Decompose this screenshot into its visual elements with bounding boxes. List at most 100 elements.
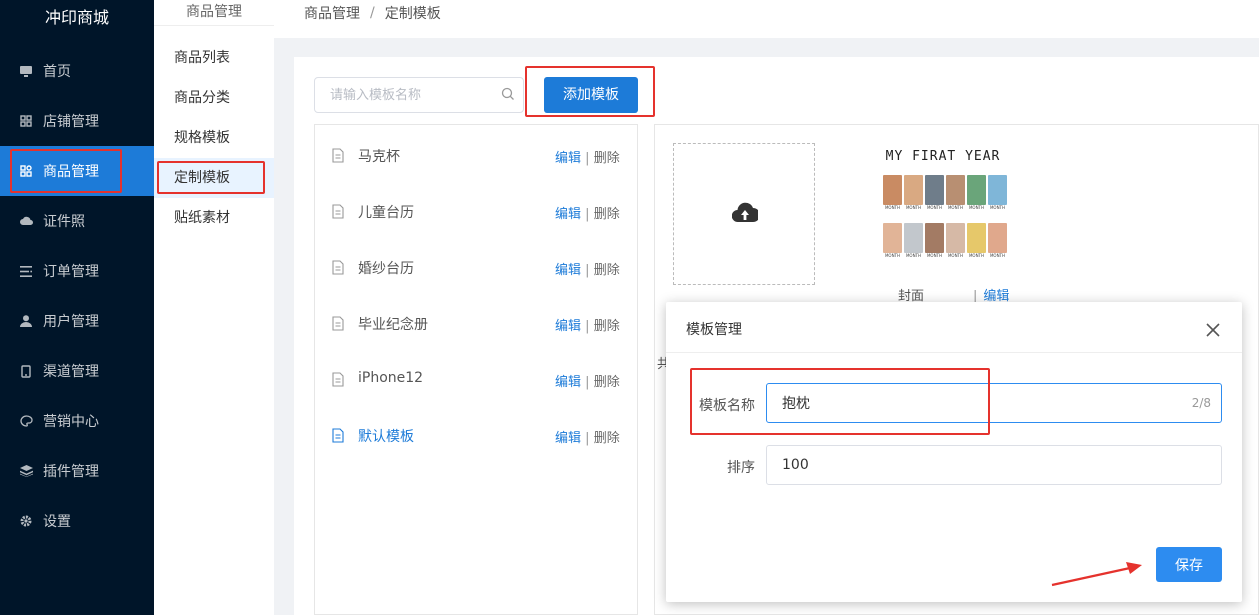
delete-link[interactable]: 删除 [594,207,620,222]
sidebar-item-id-photo[interactable]: 证件照 [0,196,154,246]
photo-tile: MONTH [967,175,986,211]
photo-tile: MONTH [904,223,923,259]
photo-caption: MONTH [989,205,1006,210]
breadcrumb-parent[interactable]: 商品管理 [304,3,360,23]
edit-link[interactable]: 编辑 [555,151,581,166]
sidebar-item-plugins[interactable]: 插件管理 [0,446,154,496]
photo-tile: MONTH [988,223,1007,259]
photo-caption: MONTH [926,205,943,210]
palette-icon [19,414,33,428]
list-item[interactable]: 儿童台历 编辑 | 删除 [315,184,637,240]
sidebar-item-channels[interactable]: 渠道管理 [0,346,154,396]
action-divider: | [585,263,590,278]
action-divider: | [585,319,590,334]
action-divider: | [585,151,590,166]
add-template-button[interactable]: 添加模板 [544,77,638,113]
sidebar-item-products[interactable]: 商品管理 [0,146,154,196]
delete-link[interactable]: 删除 [594,431,620,446]
sidebar-item-label: 店铺管理 [43,114,99,130]
upload-area[interactable] [673,143,815,285]
name-input[interactable] [767,384,1147,422]
gear-icon [19,514,33,528]
template-name: 默认模板 [358,429,414,445]
search-input[interactable] [315,78,495,112]
delete-link[interactable]: 删除 [594,151,620,166]
list-item[interactable]: 婚纱台历 编辑 | 删除 [315,240,637,296]
subnav-item-custom-templates[interactable]: 定制模板 [154,158,274,198]
photo-caption: MONTH [905,205,922,210]
sidebar-item-users[interactable]: 用户管理 [0,296,154,346]
row-actions: 编辑 | 删除 [555,371,620,390]
cover-thumbnail[interactable]: MY FIRAT YEAR MONTH MONTH MONTH MONTH MO… [883,149,1007,279]
save-button[interactable]: 保存 [1156,547,1222,582]
photo-tile: MONTH [967,223,986,259]
sidebar-item-settings[interactable]: 设置 [0,496,154,546]
list-icon [19,264,33,278]
document-icon [332,204,344,219]
delete-link[interactable]: 删除 [594,263,620,278]
sidebar-item-label: 首页 [43,64,71,80]
dialog-header: 模板管理 [666,302,1242,353]
list-item[interactable]: iPhone12 编辑 | 删除 [315,352,637,408]
subnav-item-stickers[interactable]: 贴纸素材 [154,198,274,238]
sort-input[interactable] [767,446,1147,484]
template-dialog: 模板管理 模板名称 2/8 排序 保存 [666,302,1242,602]
edit-link[interactable]: 编辑 [555,207,581,222]
sidebar-item-label: 营销中心 [43,414,99,430]
row-actions: 编辑 | 删除 [555,427,620,446]
edit-link[interactable]: 编辑 [555,319,581,334]
photo-tile: MONTH [904,175,923,211]
grid-icon [19,114,33,128]
document-icon [332,372,344,387]
sidebar-item-label: 证件照 [43,214,85,230]
search-box [314,77,524,113]
sidebar: 冲印商城 首页 店铺管理 商品管理 证件照 订单管理 用户管理 渠道管理 营销中… [0,0,154,615]
cloud-icon [19,214,33,228]
list-item[interactable]: 马克杯 编辑 | 删除 [315,128,637,184]
edit-link[interactable]: 编辑 [555,431,581,446]
document-icon [332,316,344,331]
photo-tile: MONTH [883,223,902,259]
delete-link[interactable]: 删除 [594,375,620,390]
sidebar-item-home[interactable]: 首页 [0,46,154,96]
sort-label: 排序 [727,460,755,476]
template-list: 马克杯 编辑 | 删除 儿童台历 编辑 | 删除 婚纱台历 编辑 | 删除 毕业… [314,124,638,615]
secondary-nav-title: 商品管理 [154,0,274,26]
sidebar-item-label: 订单管理 [43,264,99,280]
subnav-item-product-list[interactable]: 商品列表 [154,38,274,78]
photo-tile: MONTH [883,175,902,211]
subnav-item-spec-templates[interactable]: 规格模板 [154,118,274,158]
list-item[interactable]: 默认模板 编辑 | 删除 [315,408,637,464]
photo-caption: MONTH [989,253,1006,258]
dialog-title: 模板管理 [686,322,742,338]
photo-caption: MONTH [884,205,901,210]
action-divider: | [585,375,590,390]
char-count: 2/8 [1191,396,1211,410]
delete-link[interactable]: 删除 [594,319,620,334]
close-icon[interactable] [1206,323,1220,337]
sidebar-item-label: 用户管理 [43,314,99,330]
cover-title: MY FIRAT YEAR [885,149,1001,164]
layers-icon [19,464,33,478]
sidebar-item-shop[interactable]: 店铺管理 [0,96,154,146]
sidebar-item-orders[interactable]: 订单管理 [0,246,154,296]
breadcrumb-separator: / [370,5,375,21]
list-item[interactable]: 毕业纪念册 编辑 | 删除 [315,296,637,352]
sort-field [766,445,1222,485]
monitor-icon [19,64,33,78]
row-actions: 编辑 | 删除 [555,259,620,278]
sidebar-item-marketing[interactable]: 营销中心 [0,396,154,446]
search-icon[interactable] [501,87,515,101]
photo-tile: MONTH [988,175,1007,211]
photo-caption: MONTH [905,253,922,258]
template-name: 儿童台历 [358,205,414,221]
template-name: iPhone12 [358,370,424,386]
subnav-item-categories[interactable]: 商品分类 [154,78,274,118]
edit-link[interactable]: 编辑 [555,263,581,278]
photo-caption: MONTH [968,205,985,210]
apps-icon [19,164,33,178]
photo-tile: MONTH [925,175,944,211]
edit-link[interactable]: 编辑 [555,375,581,390]
action-divider: | [585,207,590,222]
template-name: 马克杯 [358,149,400,165]
